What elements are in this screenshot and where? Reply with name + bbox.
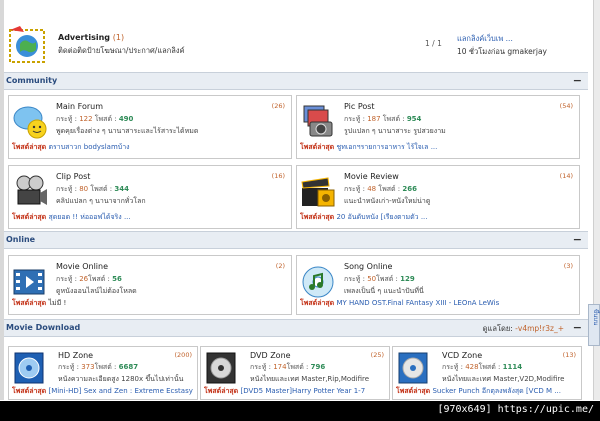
advertising-title[interactable]: Advertising (1) (58, 33, 124, 42)
forum-name[interactable]: HD Zone (58, 351, 93, 360)
forum-latest-post[interactable]: โพสต์ล่าสุด Sucker Punch อีกตุลงพลังสุด … (396, 386, 578, 397)
forum-latest-post[interactable]: โพสต์ล่าสุด MY HAND OST.Final FAntasy XI… (300, 298, 576, 309)
film-camera-icon (16, 175, 47, 205)
forum-description: พูดคุยเรื่องต่าง ๆ นานาสาระและไร้สาระได้… (56, 127, 199, 135)
section-title-movie-download: Movie Download (6, 323, 81, 332)
forum-name[interactable]: Song Online (344, 262, 392, 271)
online-count-badge: (25) (370, 351, 384, 359)
forum-stats: กระทู้ : 373โพสต์ : 6687 (58, 363, 139, 371)
chat-bubble-smiley-icon (13, 106, 47, 139)
online-count-badge: (14) (559, 172, 573, 180)
photo-camera-icon (303, 105, 333, 137)
forum-latest-post[interactable]: โพสต์ล่าสุด ชูทเอกฯรายการอาหาร ไร้ใจเล .… (300, 142, 576, 153)
section-header-community[interactable]: Community − (4, 72, 588, 90)
section-title-online: Online (6, 235, 36, 244)
section-title-community: Community (6, 76, 58, 85)
forum-name[interactable]: DVD Zone (250, 351, 291, 360)
forum-description: ดูหนังออนไลน์ไม่ต้องโหลด (56, 287, 137, 295)
advertising-last-post-meta: 10 ชั่วโมงก่อน gmakerjay (457, 47, 547, 56)
forum-latest-post[interactable]: โพสต์ล่าสุด 20 อันดับหนัง [เรียงตามตัว .… (300, 212, 576, 223)
collapse-toggle-icon[interactable]: − (573, 233, 582, 246)
forum-latest-post[interactable]: โพสต์ล่าสุด ตราบสาวก bodyslamบ้าง (12, 142, 288, 153)
forum-latest-post[interactable]: โพสต์ล่าสุด สุดยอด !! ห่อออฟได้จริง ... (12, 212, 288, 223)
forum-card-vcd-zone[interactable]: VCD Zone (13) กระทู้ : 428โพสต์ : 1114 ห… (392, 346, 582, 400)
forum-description: หนังไทยและเทศ Master,Rip,Modifire (250, 375, 370, 383)
forum-stats: กระทู้ : 428โพสต์ : 1114 (442, 363, 523, 371)
forum-latest-post[interactable]: โพสต์ล่าสุด ไม่มี ! (12, 298, 288, 309)
clapperboard-film-icon (301, 177, 335, 207)
forum-card-movie-online[interactable]: Movie Online (2) กระทู้ : 26โพสต์ : 56 ด… (8, 255, 292, 315)
forum-card-main-forum[interactable]: Main Forum (26) กระทู้ : 122 โพสต์ : 490… (8, 95, 292, 159)
forum-card-dvd-zone[interactable]: DVD Zone (25) กระทู้ : 174โพสต์ : 796 หน… (200, 346, 390, 400)
music-disc-icon (302, 266, 334, 298)
forum-stats: กระทู้ : 174โพสต์ : 796 (250, 363, 326, 371)
forum-name[interactable]: VCD Zone (442, 351, 482, 360)
forum-card-pic-post[interactable]: Pic Post (54) กระทู้ : 187 โพสต์ : 954 ร… (296, 95, 580, 159)
forum-stats: กระทู้ : 80 โพสต์ : 344 (56, 185, 129, 193)
online-count-badge: (13) (562, 351, 576, 359)
forum-card-hd-zone[interactable]: HD Zone (200) กระทู้ : 373โพสต์ : 6687 ห… (8, 346, 198, 400)
image-host-watermark-bar: [970x649] https://upic.me/ (0, 401, 600, 421)
section-header-movie-download[interactable]: Movie Download ดูแลโดย: -v4mp!r3z_+ − (4, 319, 588, 337)
section-header-online[interactable]: Online − (4, 231, 588, 249)
advertising-stamp-icon (9, 26, 45, 63)
forum-name[interactable]: Main Forum (56, 102, 103, 111)
back-to-top-label: ขึ้นบน (592, 309, 599, 326)
forum-stats: กระทู้ : 48 โพสต์ : 266 (344, 185, 417, 193)
watermark-text: [970x649] https://upic.me/ (437, 404, 594, 415)
forum-description: คลิปแปลก ๆ นานาจากทั่วโลก (56, 197, 146, 205)
online-count-badge: (3) (563, 262, 573, 270)
forum-latest-post[interactable]: โพสต์ล่าสุด [DVD5 Master]Harry Potter Ye… (204, 386, 386, 397)
forum-name[interactable]: Pic Post (344, 102, 375, 111)
back-to-top-tab[interactable]: ขึ้นบน (588, 304, 600, 346)
online-count-badge: (54) (559, 102, 573, 110)
forum-card-movie-review[interactable]: Movie Review (14) กระทู้ : 48 โพสต์ : 26… (296, 165, 580, 229)
forum-card-song-online[interactable]: Song Online (3) กระทู้ : 50โพสต์ : 129 เ… (296, 255, 580, 315)
advertising-last-post-link[interactable]: แลกลิงค์เว็บเพ ... (457, 33, 513, 45)
film-reel-icon (13, 269, 45, 295)
forum-stats: กระทู้ : 50โพสต์ : 129 (344, 275, 415, 283)
forum-stats: กระทู้ : 122 โพสต์ : 490 (56, 115, 134, 123)
forum-latest-post[interactable]: โพสต์ล่าสุด [Mini-HD] Sex and Zen : Extr… (12, 386, 194, 397)
online-count-badge: (200) (174, 351, 192, 359)
forum-page: Advertising (1) ติดต่อติดป้ายโฆษณา/ประกา… (0, 0, 600, 421)
forum-description: เพลงเป็นนี่ ๆ แนะนำปันที่นี่ (344, 287, 424, 295)
moderator-info: ดูแลโดย: -v4mp!r3z_+ (482, 324, 564, 333)
forum-description: หนังความละเอียดสูง 1280x ขึ้นไปเท่านั้น (58, 375, 184, 383)
collapse-toggle-icon[interactable]: − (573, 74, 582, 87)
forum-stats: กระทู้ : 26โพสต์ : 56 (56, 275, 122, 283)
collapse-toggle-icon[interactable]: − (573, 321, 582, 334)
online-count-badge: (26) (271, 102, 285, 110)
advertising-page-indicator: 1 / 1 (425, 39, 442, 48)
forum-description: รูปแปลก ๆ นานาสาระ รูปสวยงาม (344, 127, 446, 135)
forum-description: แนะนำหนังเก่า-หนังใหม่น่าดู (344, 197, 431, 205)
forum-description: หนังไทยและเทศ Master,V2D,Modifire (442, 375, 565, 383)
forum-name[interactable]: Clip Post (56, 172, 90, 181)
vcd-disc-icon (398, 352, 428, 384)
forum-stats: กระทู้ : 187 โพสต์ : 954 (344, 115, 422, 123)
advertising-description: ติดต่อติดป้ายโฆษณา/ประกาศ/แลกลิงค์ (58, 46, 185, 55)
online-count-badge: (2) (275, 262, 285, 270)
forum-card-clip-post[interactable]: Clip Post (16) กระทู้ : 80 โพสต์ : 344 ค… (8, 165, 292, 229)
forum-name[interactable]: Movie Online (56, 262, 108, 271)
bluray-disc-icon (14, 352, 44, 384)
online-count-badge: (16) (271, 172, 285, 180)
dvd-disc-icon (206, 352, 236, 384)
advertising-forum-row[interactable]: Advertising (1) ติดต่อติดป้ายโฆษณา/ประกา… (4, 18, 588, 68)
forum-name[interactable]: Movie Review (344, 172, 399, 181)
